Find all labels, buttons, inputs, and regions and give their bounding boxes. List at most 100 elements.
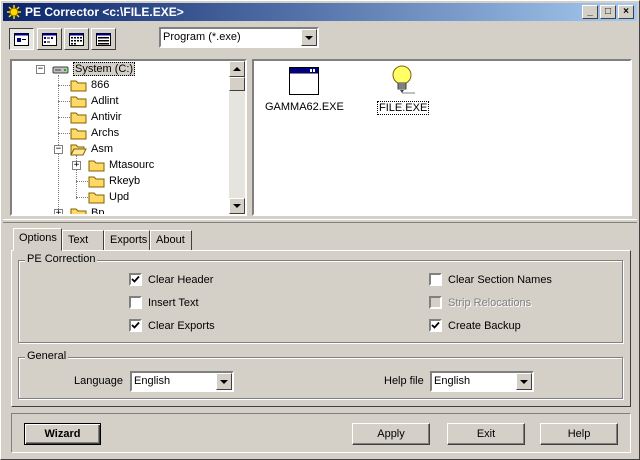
tree-item-root[interactable]: System (C:) [52, 61, 136, 77]
tab-about[interactable]: About [150, 230, 192, 250]
tree-guide [58, 101, 70, 102]
checkbox-box [429, 296, 442, 309]
title-bar[interactable]: PE Corrector <c:\FILE.EXE> _ □ × [3, 3, 637, 21]
tree-item[interactable]: Rkeyb [88, 173, 140, 189]
checkbox-label: Clear Section Names [448, 273, 552, 286]
tree-item[interactable]: Antivir [70, 109, 122, 125]
tree-item[interactable]: Mtasourc [88, 157, 154, 173]
wizard-button[interactable]: Wizard [24, 423, 101, 445]
language-value: English [134, 375, 171, 387]
scroll-down-button[interactable] [229, 198, 245, 214]
tree-guide [76, 181, 88, 182]
scroll-up-button[interactable] [229, 61, 245, 77]
checkbox-box[interactable] [129, 273, 142, 286]
file-item[interactable]: FILE.EXE [377, 63, 430, 115]
view-small-icons-button[interactable] [37, 28, 62, 50]
details-view-icon [96, 32, 111, 46]
close-icon: × [623, 6, 629, 17]
pane-splitter[interactable] [3, 219, 637, 223]
help-file-dropdown-button[interactable] [516, 373, 532, 390]
maximize-button[interactable]: □ [600, 5, 616, 19]
main-window: PE Corrector <c:\FILE.EXE> _ □ × Program… [0, 0, 640, 460]
clear-section-names-checkbox[interactable]: Clear Section Names [429, 273, 552, 286]
maximize-icon: □ [604, 6, 612, 17]
view-list-button[interactable] [64, 28, 89, 50]
expand-bp-button[interactable]: + [54, 209, 63, 214]
help-file-label: Help file [384, 375, 424, 387]
file-list[interactable]: GAMMA62.EXE FILE.EXE [252, 59, 632, 216]
chevron-down-icon [520, 379, 528, 384]
tree-guide [58, 133, 70, 134]
tree-item[interactable]: Adlint [70, 93, 119, 109]
folder-icon [88, 160, 105, 171]
clear-header-checkbox[interactable]: Clear Header [129, 273, 213, 286]
tab-label: Text [68, 234, 89, 246]
tree-item[interactable]: Asm [70, 141, 113, 157]
checkbox-box[interactable] [429, 319, 442, 332]
checkbox-box[interactable] [429, 273, 442, 286]
language-dropdown-button[interactable] [216, 373, 232, 390]
help-button[interactable]: Help [540, 423, 618, 445]
checkbox-label: Insert Text [148, 296, 199, 309]
checkbox-label: Strip Relocations [448, 296, 532, 309]
open-folder-icon [70, 144, 87, 155]
tree-item[interactable]: 866 [70, 77, 109, 93]
tab-label: Exports [110, 234, 148, 246]
help-file-select[interactable]: English [430, 371, 534, 392]
collapse-asm-button[interactable]: − [54, 145, 63, 154]
lightbulb-icon [392, 65, 416, 94]
checkbox-label: Create Backup [448, 319, 521, 332]
insert-text-checkbox[interactable]: Insert Text [129, 296, 199, 309]
folder-icon [70, 80, 87, 91]
tab-text[interactable]: Text [62, 230, 104, 250]
tree-item-label: Antivir [91, 111, 122, 123]
tab-exports[interactable]: Exports [104, 230, 150, 250]
view-details-button[interactable] [91, 28, 116, 50]
create-backup-checkbox[interactable]: Create Backup [429, 319, 521, 332]
tree-item-label: 866 [91, 79, 110, 91]
clear-exports-checkbox[interactable]: Clear Exports [129, 319, 215, 332]
tree-item-label: Upd [109, 191, 130, 203]
large-icons-view-icon [14, 32, 29, 46]
tree-item[interactable]: Bp [70, 205, 104, 214]
tree-item-label: Adlint [91, 95, 119, 107]
checkbox-box[interactable] [129, 296, 142, 309]
file-filter-dropdown-button[interactable] [301, 29, 317, 46]
general-group: General Language English Help file Engli… [18, 350, 623, 399]
tree-item-label: System (C:) [73, 62, 136, 76]
tree-scrollbar[interactable] [229, 61, 245, 214]
language-select[interactable]: English [130, 371, 234, 392]
group-legend: PE Correction [25, 253, 98, 265]
close-button[interactable]: × [618, 5, 634, 19]
tab-options[interactable]: Options [13, 228, 62, 251]
minimize-button[interactable]: _ [582, 5, 598, 19]
button-label: Wizard [44, 428, 81, 440]
drive-icon [52, 66, 69, 73]
view-large-icons-button[interactable] [9, 28, 34, 50]
arrow-down-icon [233, 204, 241, 208]
checkbox-box[interactable] [129, 319, 142, 332]
folder-icon [88, 176, 105, 187]
options-panel: PE Correction Clear Header Insert Text C… [11, 250, 631, 407]
tree-item[interactable]: Upd [88, 189, 129, 205]
scroll-thumb[interactable] [229, 77, 245, 91]
folder-tree[interactable]: − System (C:) 866 Adlint Antivir Archs − [10, 59, 247, 216]
checkmark-icon [431, 321, 440, 329]
collapse-root-button[interactable]: − [36, 65, 45, 74]
checkbox-label: Clear Exports [148, 319, 215, 332]
pe-correction-group: PE Correction Clear Header Insert Text C… [18, 253, 623, 343]
file-item[interactable]: GAMMA62.EXE [264, 65, 345, 113]
small-icons-view-icon [42, 32, 57, 46]
folder-icon [70, 208, 87, 214]
file-filter-select[interactable]: Program (*.exe) [159, 27, 319, 48]
button-bar: Wizard Apply Exit Help [11, 413, 631, 453]
exit-button[interactable]: Exit [447, 423, 525, 445]
expand-mtasourc-button[interactable]: + [72, 161, 81, 170]
tab-label: About [156, 234, 185, 246]
file-item-label: GAMMA62.EXE [265, 101, 344, 113]
minimize-icon: _ [587, 6, 593, 17]
tree-item[interactable]: Archs [70, 125, 119, 141]
arrow-up-icon [233, 67, 241, 71]
apply-button[interactable]: Apply [352, 423, 430, 445]
tree-item-label: Mtasourc [109, 159, 155, 171]
